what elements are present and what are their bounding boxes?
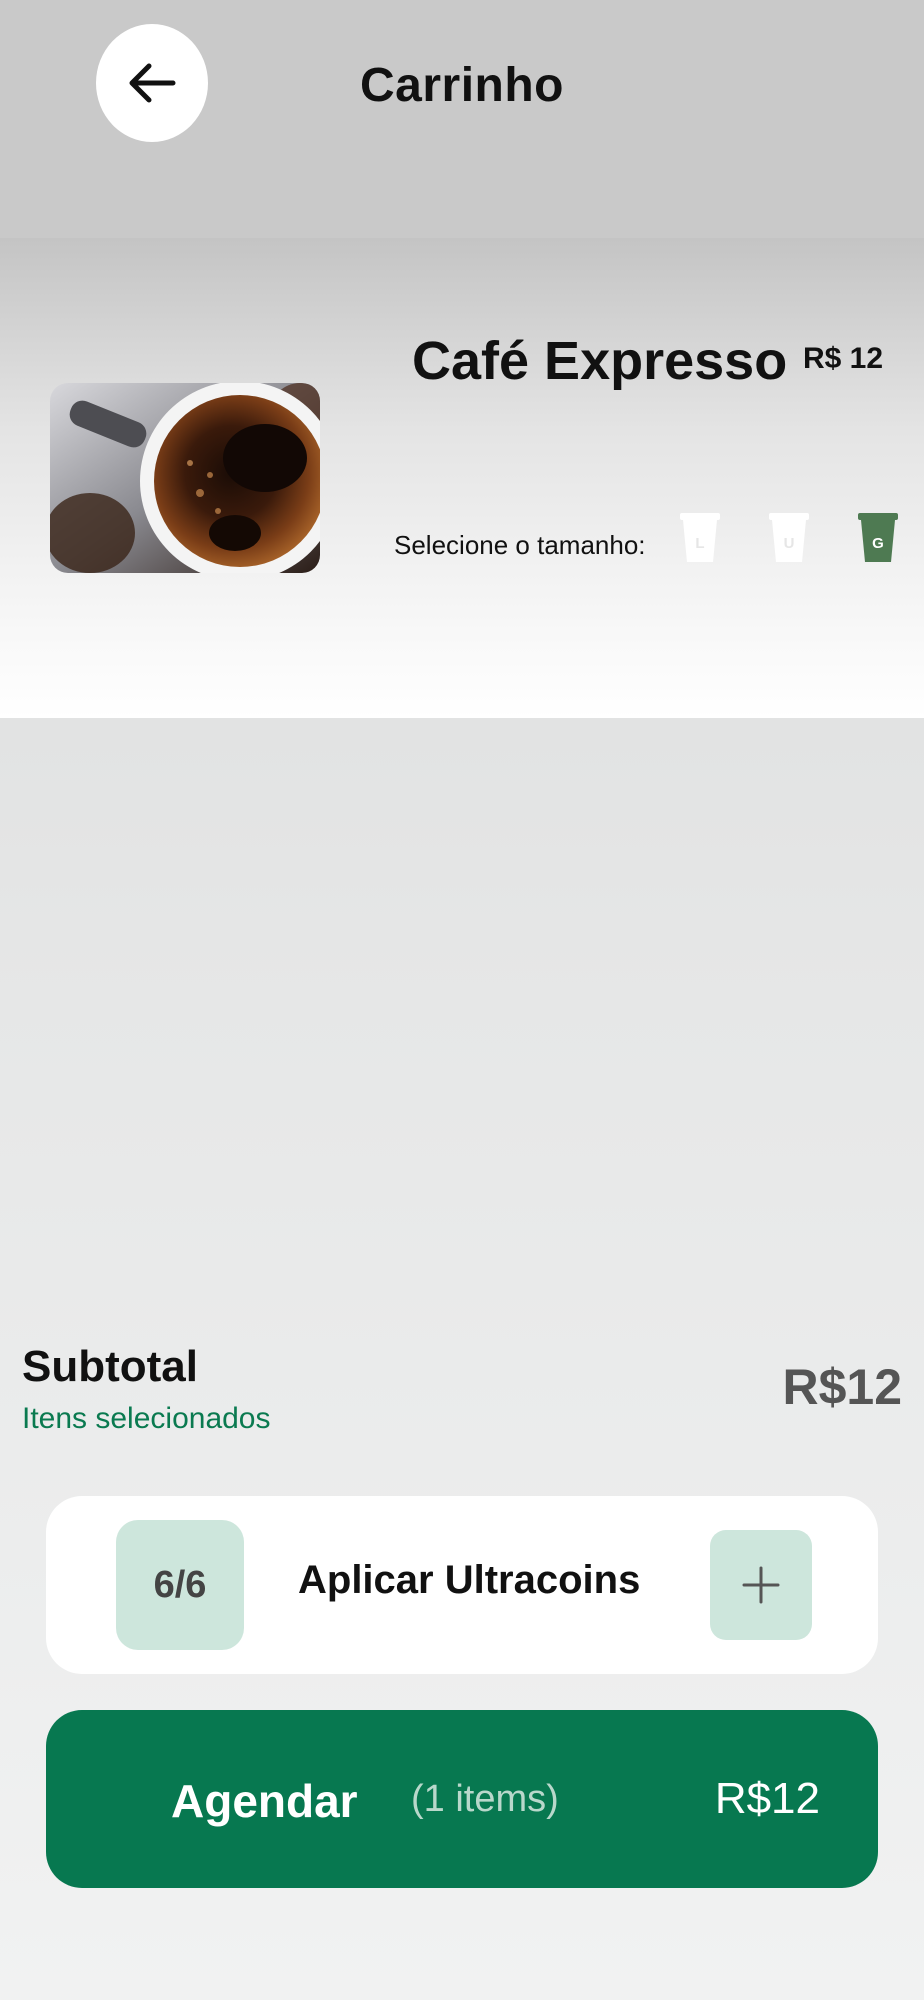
apply-ultracoins-button[interactable]: [710, 1530, 812, 1640]
cup-icon: L: [680, 513, 720, 562]
schedule-button[interactable]: Agendar (1 items) R$12: [46, 1710, 878, 1888]
product-price: R$ 12: [803, 342, 884, 375]
size-option-u[interactable]: U: [767, 512, 811, 564]
subtotal-value: R$12: [782, 1359, 902, 1415]
product-image: [50, 383, 320, 573]
page-title: Carrinho: [359, 59, 564, 112]
size-option-g[interactable]: G: [856, 512, 900, 564]
product-name: Café Expresso: [412, 331, 788, 391]
size-letter: U: [784, 535, 795, 552]
size-label: Selecione o tamanho:: [394, 530, 646, 560]
top-bar: Carrinho: [0, 0, 924, 238]
subtotal-subtitle: Itens selecionados: [22, 1402, 271, 1435]
ultracoins-count: 6/6: [116, 1520, 244, 1650]
schedule-total: R$12: [714, 1774, 820, 1823]
size-letter: G: [872, 535, 884, 552]
ultracoins-card: 6/6 Aplicar Ultracoins: [46, 1496, 878, 1674]
schedule-item-count: (1 items): [411, 1778, 559, 1820]
plus-icon: [742, 1566, 780, 1604]
size-option-l[interactable]: L: [678, 512, 722, 564]
subtotal-title: Subtotal: [22, 1342, 198, 1391]
cup-icon: G: [858, 513, 898, 562]
size-letter: L: [695, 535, 704, 552]
ultracoins-label: Aplicar Ultracoins: [298, 1558, 641, 1602]
cup-icon: U: [769, 513, 809, 562]
schedule-label: Agendar: [171, 1775, 358, 1827]
product-card: Café Expresso R$ 12 Selecione o tamanho:…: [0, 238, 924, 718]
